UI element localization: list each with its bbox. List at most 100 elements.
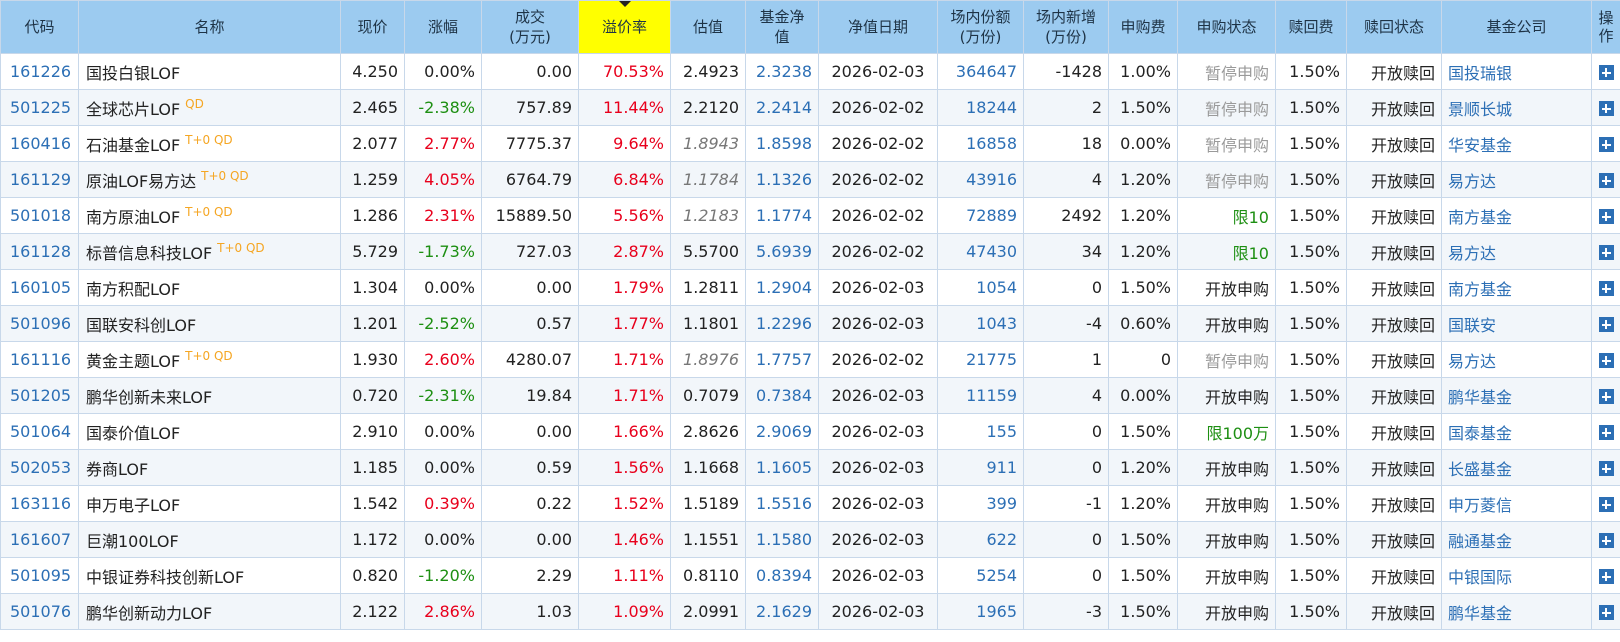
header-redeem-fee[interactable]: 赎回费	[1275, 0, 1347, 54]
header-name[interactable]: 名称	[78, 0, 341, 54]
company-link[interactable]: 易方达	[1441, 233, 1592, 270]
fund-code-link[interactable]: 161116	[0, 341, 79, 378]
header-company[interactable]: 基金公司	[1441, 0, 1592, 54]
company-link[interactable]: 易方达	[1441, 161, 1592, 198]
fund-code-link[interactable]: 501096	[0, 305, 79, 342]
add-plus-icon[interactable]	[1598, 605, 1614, 620]
add-plus-icon[interactable]	[1598, 461, 1614, 476]
shares-link[interactable]: 47430	[937, 233, 1024, 270]
nav-link[interactable]: 2.9069	[745, 413, 819, 450]
header-price[interactable]: 现价	[340, 0, 405, 54]
nav-link[interactable]: 1.1605	[745, 449, 819, 486]
shares-link[interactable]: 1965	[937, 593, 1024, 630]
add-plus-icon[interactable]	[1598, 425, 1614, 440]
shares-link[interactable]: 399	[937, 485, 1024, 522]
nav-link[interactable]: 1.1580	[745, 521, 819, 558]
fund-code-link[interactable]: 501076	[0, 593, 79, 630]
header-code[interactable]: 代码	[0, 0, 79, 54]
header-estimate[interactable]: 估值	[670, 0, 746, 54]
add-plus-icon[interactable]	[1598, 65, 1614, 80]
nav-link[interactable]: 0.7384	[745, 377, 819, 414]
nav-link[interactable]: 2.1629	[745, 593, 819, 630]
company-link[interactable]: 国投瑞银	[1441, 53, 1592, 90]
fund-code-link[interactable]: 161226	[0, 53, 79, 90]
fund-code-link[interactable]: 163116	[0, 485, 79, 522]
nav-link[interactable]: 1.7757	[745, 341, 819, 378]
fund-code-link[interactable]: 501225	[0, 89, 79, 126]
shares-link[interactable]: 5254	[937, 557, 1024, 594]
nav-link[interactable]: 1.2904	[745, 269, 819, 306]
add-plus-icon[interactable]	[1598, 281, 1614, 296]
header-nav-date[interactable]: 净值日期	[818, 0, 938, 54]
nav-link[interactable]: 2.2414	[745, 89, 819, 126]
header-sub-fee[interactable]: 申购费	[1108, 0, 1178, 54]
fund-code-link[interactable]: 161607	[0, 521, 79, 558]
redeem-status-cell: 开放赎回	[1346, 449, 1442, 486]
company-link[interactable]: 中银国际	[1441, 557, 1592, 594]
add-plus-icon[interactable]	[1598, 353, 1614, 368]
company-link[interactable]: 长盛基金	[1441, 449, 1592, 486]
add-plus-icon[interactable]	[1598, 389, 1614, 404]
company-link[interactable]: 鹏华基金	[1441, 377, 1592, 414]
add-plus-icon[interactable]	[1598, 497, 1614, 512]
add-plus-icon[interactable]	[1598, 569, 1614, 584]
fund-code-link[interactable]: 160416	[0, 125, 79, 162]
fund-code-link[interactable]: 502053	[0, 449, 79, 486]
shares-link[interactable]: 16858	[937, 125, 1024, 162]
company-link[interactable]: 融通基金	[1441, 521, 1592, 558]
company-link[interactable]: 国泰基金	[1441, 413, 1592, 450]
fund-code-link[interactable]: 501205	[0, 377, 79, 414]
header-sub-status[interactable]: 申购状态	[1177, 0, 1276, 54]
shares-link[interactable]: 364647	[937, 53, 1024, 90]
shares-link[interactable]: 43916	[937, 161, 1024, 198]
shares-link[interactable]: 911	[937, 449, 1024, 486]
company-link[interactable]: 南方基金	[1441, 197, 1592, 234]
shares-link[interactable]: 72889	[937, 197, 1024, 234]
add-plus-icon[interactable]	[1598, 137, 1614, 152]
company-link[interactable]: 景顺长城	[1441, 89, 1592, 126]
nav-link[interactable]: 5.6939	[745, 233, 819, 270]
fund-code-link[interactable]: 501018	[0, 197, 79, 234]
shares-link[interactable]: 11159	[937, 377, 1024, 414]
header-change[interactable]: 涨幅	[404, 0, 482, 54]
fund-name-cell: 标普信息科技LOF T+0 QD	[78, 233, 341, 270]
add-plus-icon[interactable]	[1598, 245, 1614, 260]
shares-link[interactable]: 1054	[937, 269, 1024, 306]
company-link[interactable]: 华安基金	[1441, 125, 1592, 162]
shares-link[interactable]: 155	[937, 413, 1024, 450]
shares-link[interactable]: 18244	[937, 89, 1024, 126]
add-plus-icon[interactable]	[1598, 533, 1614, 548]
company-link[interactable]: 南方基金	[1441, 269, 1592, 306]
header-shares[interactable]: 场内份额 (万份)	[937, 0, 1024, 54]
company-link[interactable]: 申万菱信	[1441, 485, 1592, 522]
company-link[interactable]: 国联安	[1441, 305, 1592, 342]
company-link[interactable]: 易方达	[1441, 341, 1592, 378]
nav-link[interactable]: 1.1774	[745, 197, 819, 234]
nav-link[interactable]: 1.5516	[745, 485, 819, 522]
add-plus-icon[interactable]	[1598, 209, 1614, 224]
company-link[interactable]: 鹏华基金	[1441, 593, 1592, 630]
add-plus-icon[interactable]	[1598, 173, 1614, 188]
add-plus-icon[interactable]	[1598, 317, 1614, 332]
nav-link[interactable]: 1.2296	[745, 305, 819, 342]
fund-code-link[interactable]: 161128	[0, 233, 79, 270]
shares-link[interactable]: 622	[937, 521, 1024, 558]
add-plus-icon[interactable]	[1598, 101, 1614, 116]
fund-code-link[interactable]: 501064	[0, 413, 79, 450]
header-premium[interactable]: 溢价率	[578, 0, 671, 54]
nav-link[interactable]: 2.3238	[745, 53, 819, 90]
nav-link[interactable]: 1.1326	[745, 161, 819, 198]
table-row: 161129 原油LOF易方达 T+0 QD 1.259 4.05% 6764.7…	[0, 161, 1620, 198]
nav-link[interactable]: 0.8394	[745, 557, 819, 594]
header-volume[interactable]: 成交 (万元)	[481, 0, 579, 54]
shares-link[interactable]: 21775	[937, 341, 1024, 378]
header-redeem-status[interactable]: 赎回状态	[1346, 0, 1442, 54]
header-new-shares[interactable]: 场内新增 (万份)	[1023, 0, 1109, 54]
fund-code-link[interactable]: 161129	[0, 161, 79, 198]
header-nav[interactable]: 基金净值	[745, 0, 819, 54]
nav-link[interactable]: 1.8598	[745, 125, 819, 162]
fund-code-link[interactable]: 501095	[0, 557, 79, 594]
fund-code-link[interactable]: 160105	[0, 269, 79, 306]
shares-link[interactable]: 1043	[937, 305, 1024, 342]
fund-name-cell: 南方原油LOF T+0 QD	[78, 197, 341, 234]
